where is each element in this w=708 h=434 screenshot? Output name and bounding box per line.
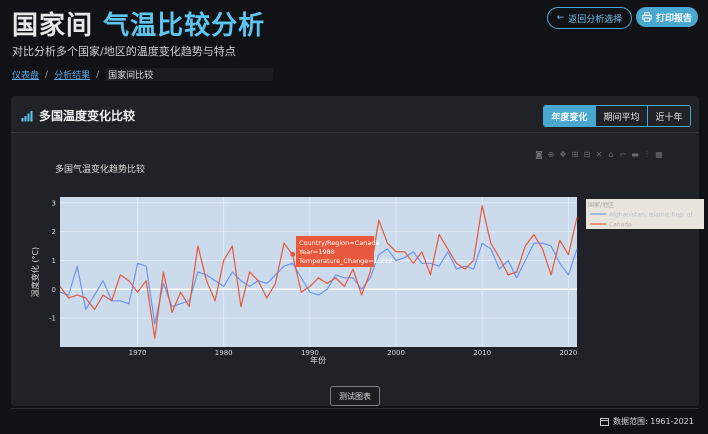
test-chart-button[interactable]: 测试图表 bbox=[330, 386, 380, 406]
hover-compare-icon[interactable]: ⫶ bbox=[643, 150, 651, 160]
page-title-plain: 国家间 bbox=[12, 11, 94, 41]
pan-icon[interactable]: ✥ bbox=[559, 150, 567, 160]
breadcrumb: 仪表盘 / 分析结果 / 国家间比较 bbox=[12, 68, 274, 81]
chart-modebar: ◙ ⊕ ✥ ⊞ ⊟ ✕ ⌂ ⌐ ▬ ⫶ ▦ bbox=[535, 150, 663, 160]
breadcrumb-results-link[interactable]: 分析结果 bbox=[54, 68, 90, 81]
zoom-in-icon[interactable]: ⊞ bbox=[571, 150, 579, 160]
breadcrumb-current: 国家间比较 bbox=[105, 68, 274, 81]
card-title: 多国温度变化比较 bbox=[39, 109, 136, 123]
printer-icon bbox=[642, 12, 652, 22]
hover-closest-icon[interactable]: ▬ bbox=[631, 150, 639, 160]
data-range-label: 数据范围: 1961-2021 bbox=[613, 417, 694, 426]
breadcrumb-separator: / bbox=[45, 69, 49, 80]
page-title-accent: 气温比较分析 bbox=[103, 11, 266, 41]
page-title: 国家间 气温比较分析 bbox=[12, 5, 265, 42]
print-button-label: 打印报告 bbox=[655, 13, 692, 24]
zoom-out-icon[interactable]: ⊟ bbox=[583, 150, 591, 160]
page-subtitle: 对比分析多个国家/地区的温度变化趋势与特点 bbox=[12, 45, 236, 58]
camera-icon[interactable]: ◙ bbox=[535, 150, 543, 160]
bar-chart-icon bbox=[21, 110, 33, 121]
breadcrumb-dashboard-link[interactable]: 仪表盘 bbox=[12, 68, 39, 81]
plotly-logo-icon[interactable]: ▦ bbox=[655, 150, 663, 160]
tab-last-decade[interactable]: 近十年 bbox=[647, 106, 690, 126]
print-report-button[interactable]: 打印报告 bbox=[636, 7, 698, 27]
spike-lines-icon[interactable]: ⌐ bbox=[619, 150, 627, 160]
back-button-label: 返回分析选择 bbox=[568, 14, 623, 25]
zoom-icon[interactable]: ⊕ bbox=[547, 150, 555, 160]
tab-period-average[interactable]: 期间平均 bbox=[595, 106, 647, 126]
card-divider bbox=[11, 132, 699, 133]
calendar-icon bbox=[600, 418, 609, 426]
footer-divider bbox=[11, 408, 699, 409]
autoscale-icon[interactable]: ✕ bbox=[595, 150, 603, 160]
view-tabs: 年度变化 期间平均 近十年 bbox=[543, 105, 691, 127]
breadcrumb-separator: / bbox=[96, 69, 100, 80]
comparison-card: 多国温度变化比较 年度变化 期间平均 近十年 bbox=[11, 96, 699, 406]
card-header: 多国温度变化比较 bbox=[21, 107, 135, 124]
home-icon[interactable]: ⌂ bbox=[607, 150, 615, 160]
back-to-analysis-button[interactable]: ← 返回分析选择 bbox=[547, 7, 632, 29]
arrow-left-icon: ← bbox=[556, 13, 565, 23]
tab-annual-change[interactable]: 年度变化 bbox=[544, 106, 595, 126]
data-range: 数据范围: 1961-2021 bbox=[600, 416, 694, 427]
